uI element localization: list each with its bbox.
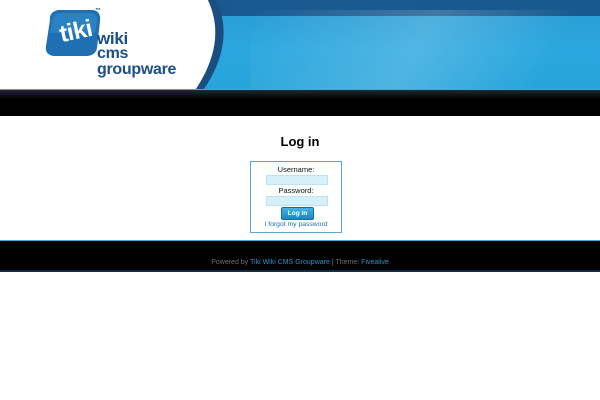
theme-link[interactable]: Fivealive xyxy=(361,259,389,266)
logo-word-groupware: groupware xyxy=(97,61,177,78)
site-header: tiki ™ wiki cms groupware xyxy=(0,0,600,89)
footer-credits: Powered by Tiki Wiki CMS Groupware | The… xyxy=(0,259,600,266)
login-button[interactable]: Log in xyxy=(281,207,314,220)
tiki-logo[interactable]: tiki ™ wiki cms groupware xyxy=(0,0,230,89)
page-title: Log in xyxy=(280,134,320,149)
forgot-password-link[interactable]: I forgot my password xyxy=(251,221,341,228)
password-input[interactable] xyxy=(266,196,328,206)
trademark-symbol: ™ xyxy=(95,8,101,14)
theme-label: Theme: xyxy=(335,259,360,266)
username-label: Username: xyxy=(277,165,315,174)
header-sheen xyxy=(250,10,600,89)
powered-by-label: Powered by xyxy=(211,259,249,266)
footer-separator: | xyxy=(331,259,334,266)
top-nav-bar xyxy=(0,89,600,116)
password-label: Password: xyxy=(278,186,314,195)
username-input[interactable] xyxy=(266,175,328,185)
site-footer: Powered by Tiki Wiki CMS Groupware | The… xyxy=(0,240,600,272)
login-form: Username: Password: Log in I forgot my p… xyxy=(250,161,342,233)
tiki-link[interactable]: Tiki Wiki CMS Groupware xyxy=(250,259,330,266)
